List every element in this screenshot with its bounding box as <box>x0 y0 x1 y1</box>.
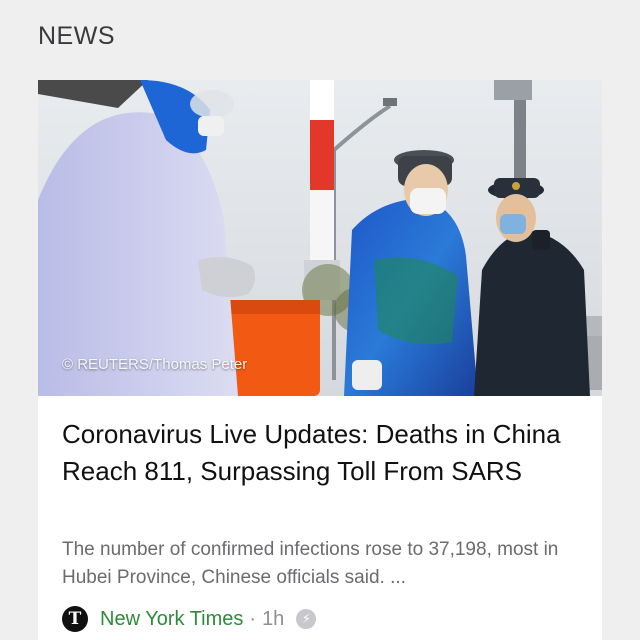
news-card[interactable]: © REUTERS/Thomas Peter Coronavirus Live … <box>38 80 602 640</box>
article-headline[interactable]: Coronavirus Live Updates: Deaths in Chin… <box>62 416 582 490</box>
article-meta: T New York Times · 1h ⚡ <box>62 604 317 634</box>
photo-credit: © REUTERS/Thomas Peter <box>62 356 248 373</box>
article-photo[interactable]: © REUTERS/Thomas Peter <box>38 80 602 396</box>
article-summary: The number of confirmed infections rose … <box>62 539 559 588</box>
article-age: 1h <box>262 607 285 630</box>
section-title: NEWS <box>38 22 115 50</box>
meta-separator: · <box>249 607 257 630</box>
nyt-logo-icon: T <box>62 606 88 632</box>
source-name[interactable]: New York Times <box>100 608 243 631</box>
photo-illustration <box>38 80 602 396</box>
news-widget: NEWS © REUTERS/Thomas Peter Coronavirus … <box>0 0 640 640</box>
bolt-icon: ⚡ <box>296 609 317 629</box>
